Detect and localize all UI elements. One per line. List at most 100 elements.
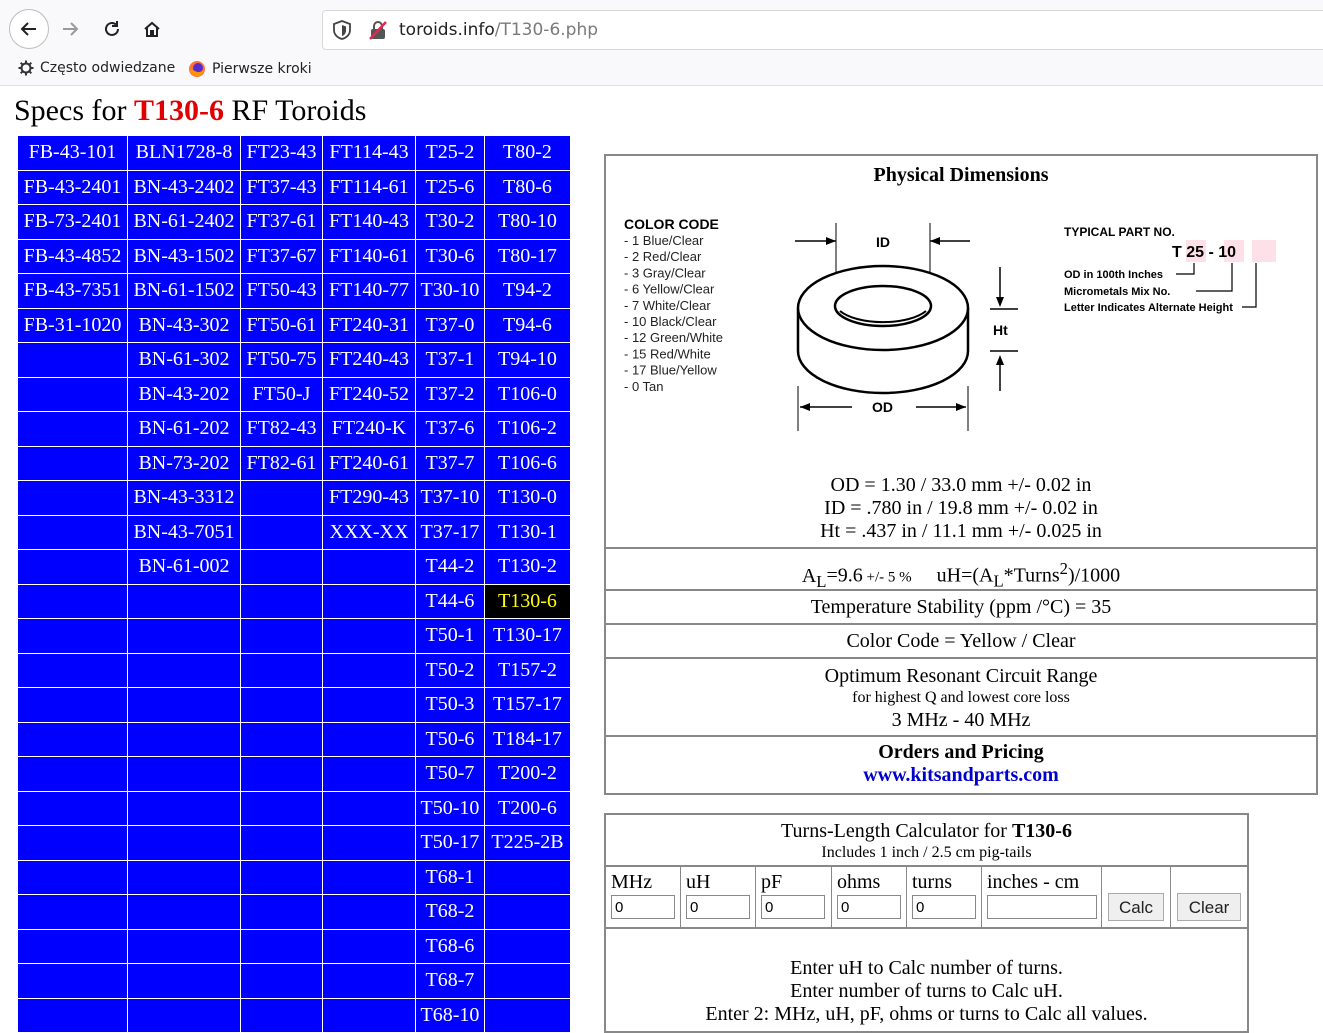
part-link[interactable]: BLN1728-8 [127,135,241,171]
reload-button[interactable] [93,10,131,48]
insecure-lock-icon[interactable] [367,19,389,41]
part-link[interactable]: T68-2 [415,894,485,930]
part-link[interactable]: FB-73-2401 [17,204,128,240]
bookmark-most-visited[interactable]: Często odwiedzane [18,60,175,76]
part-link[interactable]: XXX-XX [322,514,416,550]
part-link[interactable]: T68-7 [415,963,485,999]
part-link[interactable]: FT240-52 [322,376,416,412]
home-button[interactable] [133,10,171,48]
part-link[interactable]: T130-0 [484,480,571,516]
part-link[interactable]: FT240-61 [322,445,416,481]
part-link[interactable]: T130-1 [484,514,571,550]
part-link[interactable]: T37-1 [415,342,485,378]
part-link[interactable]: T37-6 [415,411,485,447]
part-link[interactable]: T80-10 [484,204,571,240]
part-link[interactable]: T130-17 [484,618,571,654]
part-link[interactable]: FT37-61 [240,204,323,240]
part-link[interactable]: BN-43-3312 [127,480,241,516]
part-link[interactable]: FB-43-101 [17,135,128,171]
part-link[interactable]: T200-6 [484,790,571,826]
part-link[interactable]: FT37-43 [240,169,323,205]
mhz-input[interactable]: 0 [611,895,675,919]
part-link[interactable]: T80-17 [484,238,571,274]
ohms-input[interactable]: 0 [837,895,901,919]
part-link[interactable]: BN-61-1502 [127,273,241,309]
part-link[interactable]: T68-10 [415,997,485,1033]
part-link[interactable]: T184-17 [484,721,571,757]
part-link[interactable]: BN-43-302 [127,307,241,343]
shield-icon[interactable] [331,19,353,41]
part-link[interactable]: T200-2 [484,756,571,792]
part-link[interactable]: T130-6 [484,583,571,619]
part-link[interactable]: BN-61-202 [127,411,241,447]
clear-button[interactable]: Clear [1177,893,1241,921]
part-link[interactable]: FT114-61 [322,169,416,205]
part-link[interactable]: FT240-K [322,411,416,447]
part-link[interactable]: T106-2 [484,411,571,447]
calc-button[interactable]: Calc [1108,893,1164,921]
part-link[interactable]: FB-43-2401 [17,169,128,205]
part-link[interactable]: T50-2 [415,652,485,688]
part-link[interactable]: T50-6 [415,721,485,757]
part-link[interactable]: T25-2 [415,135,485,171]
part-link[interactable]: FT290-43 [322,480,416,516]
part-link[interactable]: BN-61-302 [127,342,241,378]
part-link[interactable]: T106-0 [484,376,571,412]
part-link[interactable]: T37-10 [415,480,485,516]
url-bar[interactable]: toroids.info/T130-6.php [322,10,1323,50]
part-link[interactable]: T157-17 [484,687,571,723]
part-link[interactable]: FT82-61 [240,445,323,481]
part-link[interactable]: FT50-61 [240,307,323,343]
part-link[interactable]: T68-6 [415,928,485,964]
part-link[interactable]: T94-2 [484,273,571,309]
part-link[interactable]: FT50-J [240,376,323,412]
part-link[interactable]: BN-73-202 [127,445,241,481]
part-link[interactable]: T130-2 [484,549,571,585]
part-link[interactable]: T44-6 [415,583,485,619]
part-link[interactable]: T106-6 [484,445,571,481]
forward-button[interactable] [51,10,89,48]
part-link[interactable]: BN-43-202 [127,376,241,412]
part-link[interactable]: T225-2B [484,825,571,861]
part-link[interactable]: FB-31-1020 [17,307,128,343]
part-link[interactable]: T50-3 [415,687,485,723]
part-link[interactable]: T50-7 [415,756,485,792]
part-link[interactable]: T30-10 [415,273,485,309]
orders-link[interactable]: www.kitsandparts.com [606,764,1316,787]
part-link[interactable]: T94-6 [484,307,571,343]
part-link[interactable]: FT140-43 [322,204,416,240]
pf-input[interactable]: 0 [761,895,825,919]
part-link[interactable]: T50-10 [415,790,485,826]
part-link[interactable]: FT114-43 [322,135,416,171]
part-link[interactable]: BN-43-7051 [127,514,241,550]
part-link[interactable]: FT50-43 [240,273,323,309]
length-input[interactable] [987,895,1097,919]
part-link[interactable]: T94-10 [484,342,571,378]
part-link[interactable]: FB-43-4852 [17,238,128,274]
part-link[interactable]: FT50-75 [240,342,323,378]
part-link[interactable]: FT240-31 [322,307,416,343]
bookmark-getting-started[interactable]: Pierwsze kroki [188,60,312,78]
part-link[interactable]: BN-43-2402 [127,169,241,205]
part-link[interactable]: BN-61-2402 [127,204,241,240]
part-link[interactable]: T50-17 [415,825,485,861]
part-link[interactable]: FT140-77 [322,273,416,309]
back-button[interactable] [9,9,49,49]
part-link[interactable]: BN-43-1502 [127,238,241,274]
part-link[interactable]: T37-2 [415,376,485,412]
turns-input[interactable]: 0 [912,895,976,919]
part-link[interactable]: T80-6 [484,169,571,205]
part-link[interactable]: T50-1 [415,618,485,654]
part-link[interactable]: T157-2 [484,652,571,688]
part-link[interactable]: FT82-43 [240,411,323,447]
part-link[interactable]: FT23-43 [240,135,323,171]
part-link[interactable]: FT37-67 [240,238,323,274]
part-link[interactable]: FB-43-7351 [17,273,128,309]
part-link[interactable]: T68-1 [415,859,485,895]
part-link[interactable]: FT140-61 [322,238,416,274]
part-link[interactable]: T30-6 [415,238,485,274]
part-link[interactable]: T80-2 [484,135,571,171]
part-link[interactable]: T25-6 [415,169,485,205]
part-link[interactable]: T37-0 [415,307,485,343]
part-link[interactable]: T37-17 [415,514,485,550]
